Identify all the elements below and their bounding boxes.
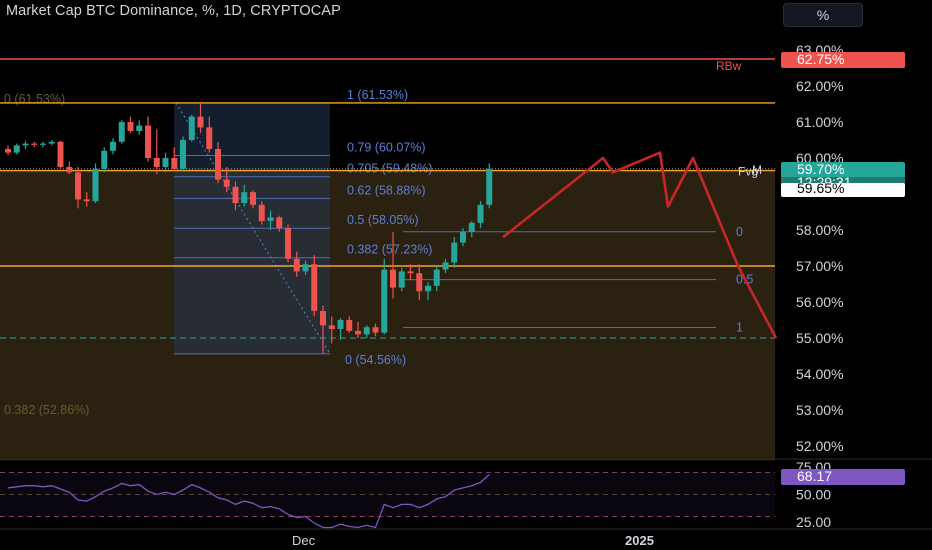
candle-body [311,264,318,311]
faded-fib-label: 0 (61.53%) [4,92,65,106]
candle-body [250,192,256,205]
candle-body [337,320,344,329]
candle-body [83,199,90,202]
candle-body [136,125,143,131]
candle-body [66,167,73,173]
rsi-value-tag: 68.17 [781,468,905,485]
rbw-price-tag: 62.75% [781,51,905,68]
faded-fib-label: 0.382 (52.86%) [4,403,89,417]
candle-body [460,231,466,243]
marker-label: M [752,163,762,177]
candle-body [241,192,248,203]
candle-body [363,327,370,335]
candle-body [398,271,405,288]
fib-level-label: 0.5 (58.05%) [347,213,419,227]
level-label: RBw [716,59,742,73]
price-tick-label: 62.00% [796,78,843,94]
candle-body [372,327,379,333]
time-tick-label: Dec [292,533,316,548]
rbw-price-tag-text: 62.75% [797,51,844,67]
candle-body [381,269,388,333]
rsi-band-fill [0,472,775,517]
fib-level-label: 0.79 (60.07%) [347,140,426,154]
candle-body [110,141,116,151]
candle-body [206,127,213,149]
price-tick-label: 52.00% [796,438,843,454]
candle-body [285,228,291,259]
candle-body [486,168,493,205]
candle-body [127,122,134,131]
candle-body [267,217,274,221]
candle-body [468,222,475,232]
candle-body [75,172,81,200]
candle-body [442,262,449,270]
price-tick-label: 54.00% [796,366,843,382]
fvg-price-tag-text: 59.65% [797,180,844,196]
fib-level-label: 1 (61.53%) [347,88,408,102]
candle-body [276,217,283,229]
fib-level-label: 0 (54.56%) [345,353,406,367]
candle-body [477,204,484,223]
candle-body [31,143,38,145]
price-tick-label: 56.00% [796,294,843,310]
price-tick-label: 61.00% [796,114,843,130]
candle-body [328,325,335,329]
candle-body [101,150,108,169]
candle-body [232,186,239,203]
rsi-tick-label: 50.00 [796,487,831,503]
time-tick-label: 2025 [625,533,654,548]
rsi-value-tag-text: 68.17 [797,468,832,484]
candle-body [355,330,361,335]
candle-body [48,141,55,144]
candle-body [153,158,160,167]
candle-body [416,273,423,292]
chart-title: Market Cap BTC Dominance, %, 1D, CRYPTOC… [6,3,341,19]
price-tick-label: 53.00% [796,402,843,418]
price-tick-label: 57.00% [796,258,843,274]
candle-body [223,179,230,187]
chart-canvas[interactable]: 1 (61.53%) 0.79 (60.07%) 0.705 (59.48%) 0.6… [0,0,932,550]
candle-body [40,143,46,145]
price-tick-label: 58.00% [796,222,843,238]
price-tick-label: 55.00% [796,330,843,346]
candle-body [118,122,125,142]
fib-level-label: 0.382 (57.23%) [347,243,432,257]
candle-body [145,125,151,158]
fib-level-label: 0.62 (58.88%) [347,183,426,197]
candle-body [258,204,265,221]
candle-body [390,269,396,288]
candle-body [320,311,326,326]
candle-body [22,143,29,146]
candle-body [180,140,186,169]
candle-body [5,149,11,153]
rsi-tick-label: 25.00 [796,514,831,530]
candle-body [346,320,353,331]
candle-body [57,141,64,167]
candle-body [407,271,414,274]
candle-body [13,145,20,153]
candle-body [197,116,204,128]
fib-small-label: 1 [736,321,743,335]
fib-small-label: 0 [736,225,743,239]
percent-scale-button[interactable]: % [783,3,863,27]
candle-body [188,116,195,140]
candle-body [92,168,99,202]
candle-body [451,242,458,263]
candle-body [162,158,169,167]
candle-body [215,149,221,180]
candle-body [171,158,178,169]
candle-body [293,258,300,272]
candle-body [425,285,431,292]
fib-level-label: 0.705 (59.48%) [347,162,432,176]
candle-body [433,269,440,286]
candle-body [302,264,309,272]
